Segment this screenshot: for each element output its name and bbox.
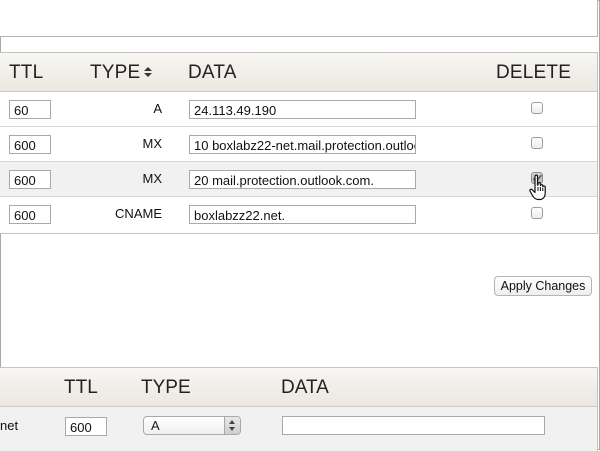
header-type[interactable]: TYPE (90, 62, 153, 84)
hand-pointer-icon (529, 174, 546, 201)
sort-icon[interactable] (144, 66, 153, 78)
header-data: DATA (188, 62, 237, 83)
table-row: 600 MX 10 boxlabz22-net.mail.protection.… (0, 127, 597, 162)
header-delete: DELETE (496, 62, 572, 83)
add-record-panel: TTL TYPE DATA net 600 A (0, 367, 598, 451)
new-ttl-field[interactable]: 600 (65, 417, 107, 436)
record-type: CNAME (115, 206, 162, 221)
ttl-field[interactable]: 60 (9, 100, 51, 119)
type-select[interactable]: A (143, 416, 241, 435)
record-type: MX (142, 136, 163, 151)
header-ttl: TTL (9, 62, 44, 83)
type-select-value: A (151, 418, 160, 433)
table-row: 600 CNAME boxlabzz22.net. (0, 197, 597, 231)
data-field[interactable]: 10 boxlabz22-net.mail.protection.outloo (189, 135, 416, 154)
apply-changes-button[interactable]: Apply Changes (494, 276, 592, 296)
data-field[interactable]: boxlabzz22.net. (189, 205, 416, 224)
add-header-type: TYPE (141, 377, 191, 398)
add-header-ttl: TTL (64, 377, 98, 398)
top-panel (0, 0, 598, 37)
add-record-header: TTL TYPE DATA (0, 368, 597, 407)
dns-records-table: TTL TYPE DATA DELETE 60 A 24.113.49.190 … (0, 52, 598, 234)
delete-checkbox[interactable] (531, 102, 543, 114)
record-type: A (153, 101, 162, 116)
host-name-fragment: net (0, 418, 19, 433)
add-header-data: DATA (281, 377, 329, 398)
ttl-field[interactable]: 600 (9, 135, 51, 154)
select-arrows-icon (224, 417, 240, 434)
ttl-field[interactable]: 600 (9, 205, 51, 224)
record-type: MX (142, 171, 163, 186)
data-field[interactable]: 20 mail.protection.outlook.com. (189, 170, 416, 189)
ttl-field[interactable]: 600 (9, 170, 51, 189)
add-record-row: net 600 A (0, 407, 597, 451)
table-header: TTL TYPE DATA DELETE (0, 53, 597, 92)
table-row: 600 MX 20 mail.protection.outlook.com. (0, 162, 597, 197)
delete-checkbox[interactable] (531, 207, 543, 219)
data-field[interactable]: 24.113.49.190 (189, 100, 416, 119)
table-row: 60 A 24.113.49.190 (0, 92, 597, 127)
new-data-field[interactable] (282, 416, 545, 435)
header-type-label: TYPE (90, 62, 141, 83)
delete-checkbox[interactable] (531, 137, 543, 149)
